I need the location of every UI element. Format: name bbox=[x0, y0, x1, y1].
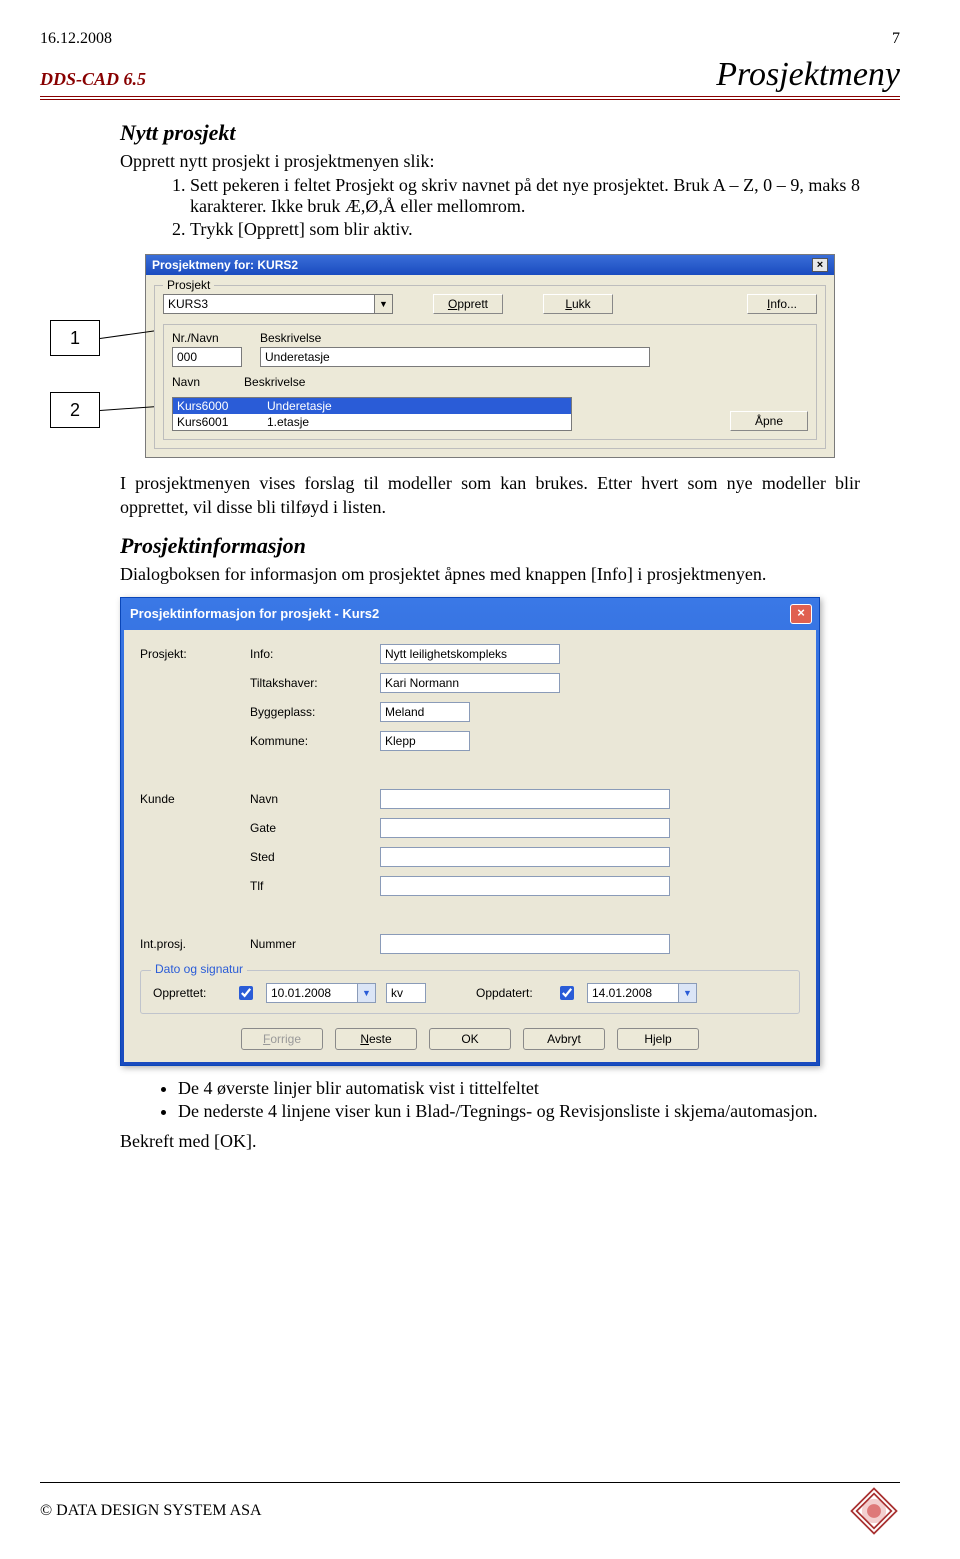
oppdatert-date-input[interactable] bbox=[588, 985, 678, 1001]
header-date: 16.12.2008 bbox=[40, 30, 112, 48]
apne-button[interactable]: Åpne bbox=[730, 411, 808, 431]
label-gate: Gate bbox=[250, 821, 380, 835]
byggeplass-input[interactable] bbox=[380, 702, 470, 722]
kommune-input[interactable] bbox=[380, 731, 470, 751]
close-icon[interactable]: × bbox=[812, 258, 828, 272]
label-datesign: Dato og signatur bbox=[151, 962, 247, 976]
list-col2: Underetasje bbox=[267, 399, 332, 413]
neste-button[interactable]: NesteNeste bbox=[335, 1028, 417, 1050]
tiltakshaver-input[interactable] bbox=[380, 673, 560, 693]
label-tiltakshaver: Tiltakshaver: bbox=[250, 676, 380, 690]
label-navn: Navn bbox=[172, 375, 200, 389]
opprettet-date[interactable]: ▼ bbox=[266, 983, 376, 1003]
dialog1-titlebar: Prosjektmeny for: KURS2 × bbox=[146, 255, 834, 275]
avbryt-button[interactable]: Avbryt bbox=[523, 1028, 605, 1050]
section-heading-info: Prosjektinformasjon bbox=[120, 533, 860, 559]
label-beskrivelse-2: Beskrivelse bbox=[244, 375, 305, 389]
beskrivelse-input[interactable] bbox=[260, 347, 650, 367]
label-opprettet: Opprettet: bbox=[153, 986, 225, 1000]
bullet-1: De 4 øverste linjer blir automatisk vist… bbox=[178, 1078, 860, 1099]
project-info-dialog: Prosjektinformasjon for prosjekt - Kurs2… bbox=[120, 597, 820, 1066]
kunde-navn-input[interactable] bbox=[380, 789, 670, 809]
project-name-input[interactable] bbox=[164, 295, 374, 313]
label-info: Info: bbox=[250, 647, 380, 661]
opprettet-check[interactable] bbox=[235, 983, 256, 1003]
group-label-prosjekt: Prosjekt bbox=[163, 278, 214, 292]
date-signature-group: Dato og signatur Opprettet: ▼ Oppdatert: bbox=[140, 970, 800, 1014]
closing-text: Bekreft med [OK]. bbox=[120, 1130, 860, 1153]
label-beskrivelse: Beskrivelse bbox=[260, 331, 808, 345]
project-menu-dialog: Prosjektmeny for: KURS2 × Prosjekt ▼ OOp… bbox=[145, 254, 835, 458]
ok-button[interactable]: OK bbox=[429, 1028, 511, 1050]
label-nummer: Nummer bbox=[250, 937, 380, 951]
dialog2-title: Prosjektinformasjon for prosjekt - Kurs2 bbox=[130, 606, 379, 621]
list-col1: Kurs6001 bbox=[177, 415, 267, 429]
list-item[interactable]: Kurs6001 1.etasje bbox=[173, 414, 571, 430]
chevron-down-icon[interactable]: ▼ bbox=[374, 295, 392, 313]
opprett-button[interactable]: OOpprettpprett bbox=[433, 294, 503, 314]
app-name: DDS-CAD 6.5 bbox=[40, 69, 146, 90]
kunde-gate-input[interactable] bbox=[380, 818, 670, 838]
label-prosjekt: Prosjekt: bbox=[140, 647, 250, 661]
page-number: 7 bbox=[892, 30, 900, 48]
step-2: Trykk [Opprett] som blir aktiv. bbox=[190, 219, 860, 240]
intprosj-nummer-input[interactable] bbox=[380, 934, 670, 954]
list-item[interactable]: Kurs6000 Underetasje bbox=[173, 398, 571, 414]
page-title: Prosjektmeny bbox=[716, 56, 900, 94]
forrige-button: ForrigeForrige bbox=[241, 1028, 323, 1050]
dds-logo-icon bbox=[848, 1485, 900, 1537]
initials-input[interactable] bbox=[386, 983, 426, 1003]
bullet-list: De 4 øverste linjer blir automatisk vist… bbox=[120, 1078, 860, 1122]
model-listbox[interactable]: Kurs6000 Underetasje Kurs6001 1.etasje bbox=[172, 397, 572, 431]
section-heading-new-project: Nytt prosjekt bbox=[120, 120, 860, 146]
oppdatert-check[interactable] bbox=[556, 983, 577, 1003]
bullet-2: De nederste 4 linjene viser kun i Blad-/… bbox=[178, 1101, 860, 1122]
oppdatert-date[interactable]: ▼ bbox=[587, 983, 697, 1003]
callout-2: 2 bbox=[50, 392, 100, 428]
list-col2: 1.etasje bbox=[267, 415, 309, 429]
intro-text: Opprett nytt prosjekt i prosjektmenyen s… bbox=[120, 150, 860, 173]
lukk-button[interactable]: LukkLukk bbox=[543, 294, 613, 314]
project-combo[interactable]: ▼ bbox=[163, 294, 393, 314]
section2-text: Dialogboksen for informasjon om prosjekt… bbox=[120, 563, 860, 586]
hjelp-button[interactable]: Hjelp bbox=[617, 1028, 699, 1050]
kunde-sted-input[interactable] bbox=[380, 847, 670, 867]
step-1: Sett pekeren i feltet Prosjekt og skriv … bbox=[190, 175, 860, 217]
opprettet-date-input[interactable] bbox=[267, 985, 357, 1001]
dialog1-title: Prosjektmeny for: KURS2 bbox=[152, 258, 298, 272]
kunde-tlf-input[interactable] bbox=[380, 876, 670, 896]
list-col1: Kurs6000 bbox=[177, 399, 267, 413]
label-intprosj: Int.prosj. bbox=[140, 937, 250, 951]
label-kommune: Kommune: bbox=[250, 734, 380, 748]
chevron-down-icon[interactable]: ▼ bbox=[678, 984, 696, 1002]
steps-list: Sett pekeren i feltet Prosjekt og skriv … bbox=[120, 175, 860, 240]
footer-copyright: © DATA DESIGN SYSTEM ASA bbox=[40, 1502, 262, 1520]
callout-1: 1 bbox=[50, 320, 100, 356]
close-icon[interactable]: × bbox=[790, 604, 812, 624]
info-input[interactable] bbox=[380, 644, 560, 664]
label-oppdatert: Oppdatert: bbox=[476, 986, 546, 1000]
nr-input[interactable] bbox=[172, 347, 242, 367]
label-kunde: Kunde bbox=[140, 792, 250, 806]
midtext: I prosjektmenyen vises forslag til model… bbox=[120, 472, 860, 519]
footer-rule bbox=[40, 1482, 900, 1483]
label-sted: Sted bbox=[250, 850, 380, 864]
info-button[interactable]: Info...Info... bbox=[747, 294, 817, 314]
chevron-down-icon[interactable]: ▼ bbox=[357, 984, 375, 1002]
label-tlf: Tlf bbox=[250, 879, 380, 893]
label-navn: Navn bbox=[250, 792, 380, 806]
label-nr-navn: Nr./Navn bbox=[172, 331, 242, 345]
label-byggeplass: Byggeplass: bbox=[250, 705, 380, 719]
